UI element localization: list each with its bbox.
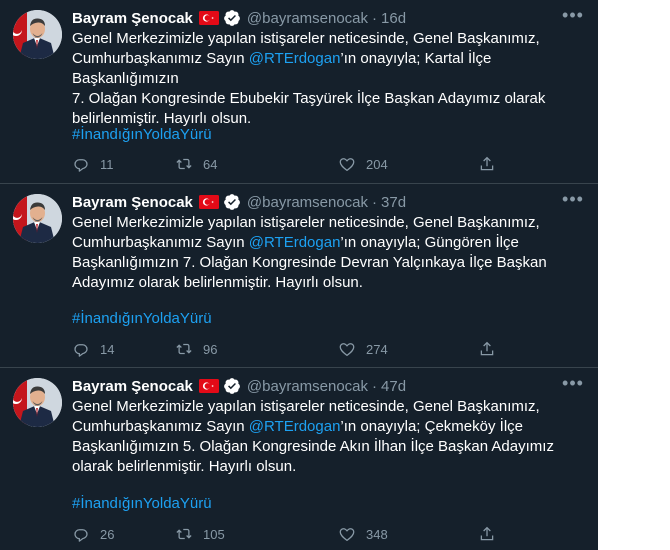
more-options-icon[interactable]: ••• <box>560 6 586 28</box>
tweet-timestamp[interactable]: 16d <box>381 10 406 27</box>
reply-icon <box>74 344 88 357</box>
tweet-header: Bayram Şenocak @bayramsenocak · 16d <box>72 8 406 28</box>
tweet-timestamp[interactable]: 37d <box>381 194 406 211</box>
share-icon <box>480 156 494 171</box>
tweet-line: Cumhurbaşkanımız Sayın @RTErdogan’ın ona… <box>72 234 519 251</box>
share-icon <box>480 526 494 541</box>
tweet-timestamp[interactable]: 47d <box>381 378 406 395</box>
reply-icon <box>74 529 88 542</box>
reply-count: 14 <box>100 341 115 357</box>
timeline-feed: Bayram Şenocak @bayramsenocak · 16d ••• … <box>0 0 598 550</box>
author-handle[interactable]: @bayramsenocak <box>247 10 368 27</box>
like-count: 274 <box>366 341 388 357</box>
reply-button[interactable]: 26 <box>72 524 114 544</box>
tweet-header: Bayram Şenocak @bayramsenocak · 37d <box>72 192 406 212</box>
tweet-line: Başkanlığımızın 5. Olağan Kongresinde Ak… <box>72 438 554 455</box>
separator-dot: · <box>372 193 378 211</box>
reply-button[interactable]: 14 <box>72 339 114 359</box>
retweet-icon <box>176 528 192 540</box>
like-icon <box>339 343 355 357</box>
retweet-button[interactable]: 105 <box>175 524 225 544</box>
tweet-card[interactable]: Bayram Şenocak @bayramsenocak · 47d ••• … <box>0 368 598 550</box>
turkey-flag-icon <box>198 379 219 393</box>
more-options-icon[interactable]: ••• <box>560 374 586 396</box>
separator-dot: · <box>372 9 378 27</box>
share-button[interactable] <box>478 339 496 359</box>
avatar[interactable] <box>13 378 62 427</box>
mention-link[interactable]: @RTErdogan <box>249 418 341 435</box>
retweet-icon <box>176 343 192 355</box>
verified-badge-icon <box>223 9 241 27</box>
separator-dot: · <box>372 377 378 395</box>
tweet-line: Genel Merkezimizle yapılan istişareler n… <box>72 214 540 231</box>
tweet-text: Genel Merkezimizle yapılan istişareler n… <box>72 213 588 293</box>
like-icon <box>339 158 355 172</box>
avatar[interactable] <box>13 194 62 243</box>
more-options-icon[interactable]: ••• <box>560 190 586 212</box>
mention-link[interactable]: @RTErdogan <box>249 50 341 67</box>
like-count: 204 <box>366 156 388 172</box>
author-handle[interactable]: @bayramsenocak <box>247 194 368 211</box>
like-button[interactable]: 204 <box>338 154 388 174</box>
tweet-line: Cumhurbaşkanımız Sayın @RTErdogan’ın ona… <box>72 418 523 435</box>
turkey-flag-icon <box>198 195 219 209</box>
tweet-actions: 26 105 348 <box>72 524 502 544</box>
like-count: 348 <box>366 526 388 542</box>
author-name[interactable]: Bayram Şenocak <box>72 10 193 27</box>
tweet-actions: 14 96 274 <box>72 339 502 359</box>
retweet-button[interactable]: 64 <box>175 154 217 174</box>
tweet-line: 7. Olağan Kongresinde Ebubekir Taşyürek … <box>72 90 546 107</box>
turkey-flag-icon <box>198 11 219 25</box>
tweet-line: Adayımız olarak belirlenmiştir. Hayırlı … <box>72 274 363 291</box>
retweet-button[interactable]: 96 <box>175 339 217 359</box>
like-button[interactable]: 348 <box>338 524 388 544</box>
hashtag-link[interactable]: #İnandığınYoldaYürü <box>72 125 212 145</box>
hashtag-link[interactable]: #İnandığınYoldaYürü <box>72 309 212 329</box>
tweet-text: Genel Merkezimizle yapılan istişareler n… <box>72 397 588 477</box>
avatar[interactable] <box>13 10 62 59</box>
tweet-line: olarak belirlenmiştir. Hayırlı olsun. <box>72 458 297 475</box>
author-name[interactable]: Bayram Şenocak <box>72 378 193 395</box>
reply-count: 11 <box>100 156 114 172</box>
retweet-icon <box>176 158 192 170</box>
mention-link[interactable]: @RTErdogan <box>249 234 341 251</box>
tweet-line: Cumhurbaşkanımız Sayın @RTErdogan’ın ona… <box>72 50 492 87</box>
share-button[interactable] <box>478 524 496 544</box>
reply-count: 26 <box>100 526 115 542</box>
reply-icon <box>74 159 88 172</box>
tweet-card[interactable]: Bayram Şenocak @bayramsenocak · 16d ••• … <box>0 0 598 184</box>
author-handle[interactable]: @bayramsenocak <box>247 378 368 395</box>
author-name[interactable]: Bayram Şenocak <box>72 194 193 211</box>
tweet-line: Başkanlığımızın 7. Olağan Kongresinde De… <box>72 254 547 271</box>
like-button[interactable]: 274 <box>338 339 388 359</box>
like-icon <box>339 528 355 542</box>
tweet-actions: 11 64 204 <box>72 154 502 174</box>
tweet-line: Genel Merkezimizle yapılan istişareler n… <box>72 398 540 415</box>
retweet-count: 64 <box>203 156 218 172</box>
verified-badge-icon <box>223 193 241 211</box>
share-icon <box>480 341 494 356</box>
share-button[interactable] <box>478 154 496 174</box>
hashtag-link[interactable]: #İnandığınYoldaYürü <box>72 494 212 514</box>
verified-badge-icon <box>223 377 241 395</box>
retweet-count: 105 <box>203 526 225 542</box>
tweet-text: Genel Merkezimizle yapılan istişareler n… <box>72 29 588 129</box>
retweet-count: 96 <box>203 341 218 357</box>
reply-button[interactable]: 11 <box>72 154 114 174</box>
tweet-header: Bayram Şenocak @bayramsenocak · 47d <box>72 376 406 396</box>
tweet-line: Genel Merkezimizle yapılan istişareler n… <box>72 30 540 47</box>
tweet-card[interactable]: Bayram Şenocak @bayramsenocak · 37d ••• … <box>0 184 598 368</box>
